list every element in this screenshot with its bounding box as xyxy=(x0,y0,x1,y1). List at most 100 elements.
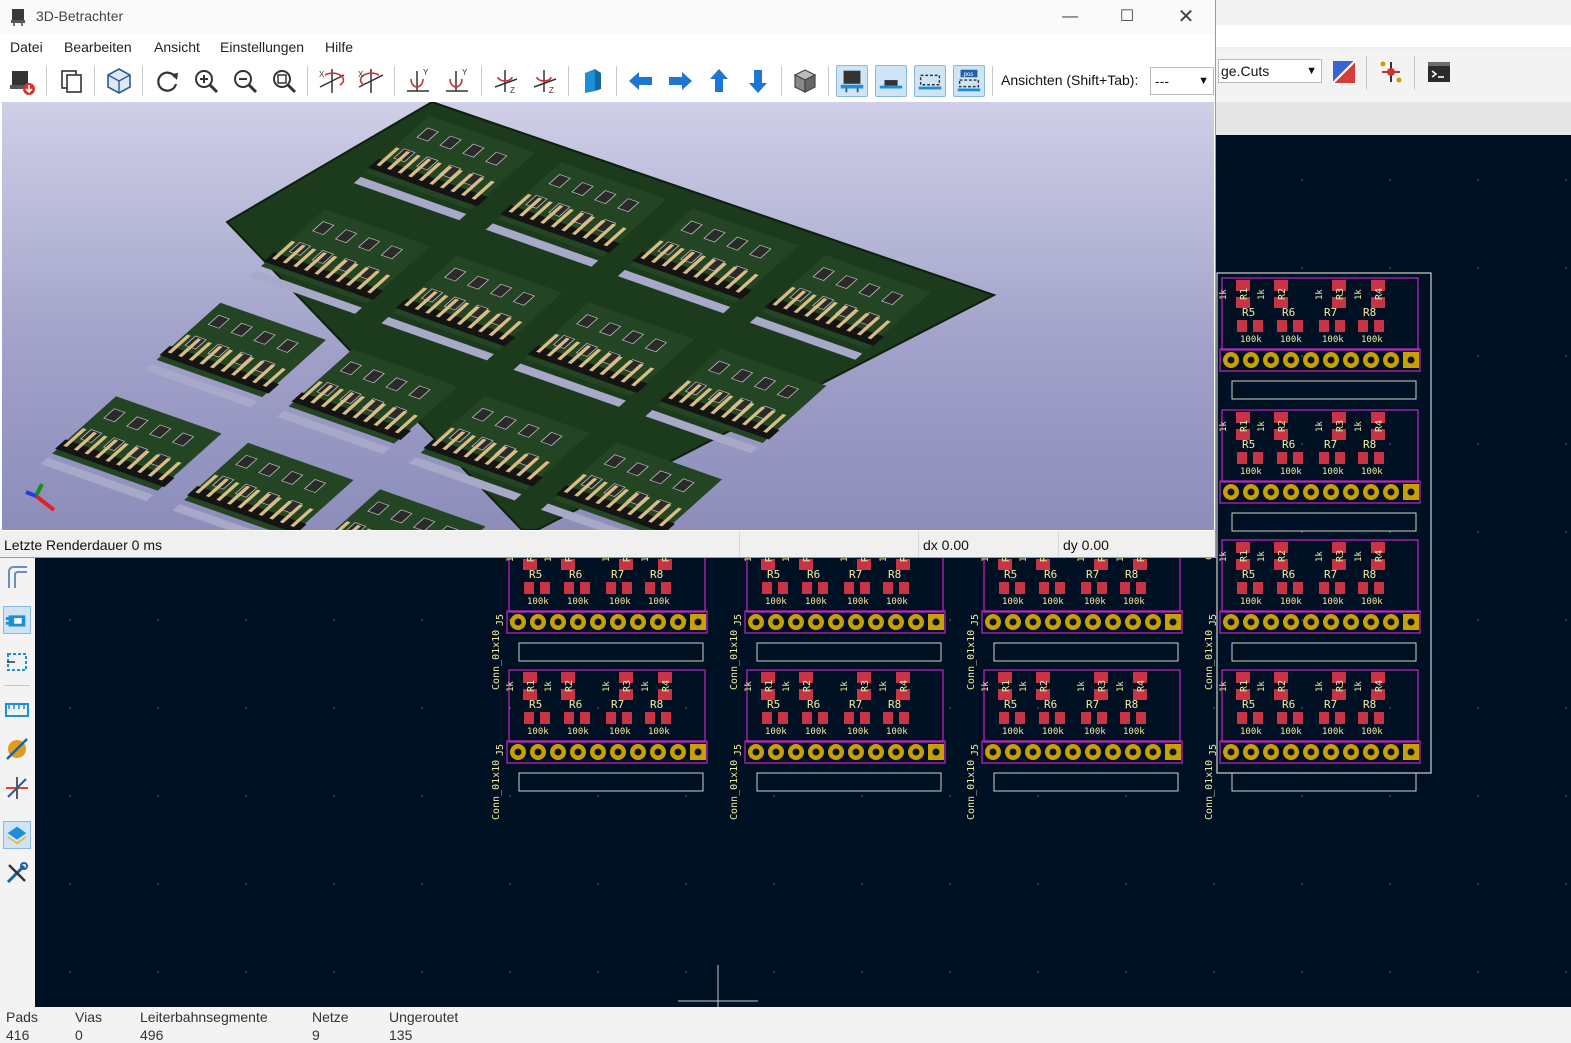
resistor-label: R8 xyxy=(1125,698,1138,711)
resistor-value: 100k xyxy=(1322,727,1344,737)
rotate-x-cw-icon[interactable]: X xyxy=(316,65,348,97)
copy-icon[interactable] xyxy=(55,65,87,97)
raytracing-icon[interactable] xyxy=(103,65,135,97)
menu-preferences[interactable]: Einstellungen xyxy=(220,39,304,55)
grid-dot xyxy=(949,883,951,885)
drill-hole xyxy=(1149,748,1157,756)
move-up-icon[interactable] xyxy=(703,65,735,97)
smd-pad xyxy=(762,582,772,594)
highcontrast-icon[interactable] xyxy=(1331,59,1357,85)
smd-pad xyxy=(1374,582,1384,594)
reload-icon[interactable] xyxy=(151,65,183,97)
chevron-down-icon: ▼ xyxy=(1198,75,1209,87)
drill-hole xyxy=(1029,618,1037,626)
add-footprint-icon[interactable] xyxy=(3,606,31,634)
rotate-z-cw-icon[interactable]: Z xyxy=(490,65,522,97)
layers-icon[interactable] xyxy=(3,821,31,849)
add-line-icon[interactable] xyxy=(3,774,31,802)
3d-scene-canvas[interactable] xyxy=(2,102,1214,530)
toolbar-separator xyxy=(781,66,782,96)
drill-hole xyxy=(514,748,522,756)
drill-hole xyxy=(1287,356,1295,364)
drill-hole xyxy=(1367,356,1375,364)
drill-hole xyxy=(1227,748,1235,756)
resistor-value: 100k xyxy=(886,727,908,737)
layer-select[interactable]: ge.Cuts ▼ xyxy=(1218,59,1322,83)
viewer-titlebar[interactable]: 3D-Betrachter — ☐ ✕ xyxy=(0,0,1215,34)
menu-help[interactable]: Hilfe xyxy=(325,39,353,55)
connector-value: Conn_01x10 xyxy=(966,630,977,690)
move-left-icon[interactable] xyxy=(625,65,657,97)
slot-outline xyxy=(756,772,942,792)
resistor-value: 100k xyxy=(805,727,827,737)
grid-dot xyxy=(245,795,247,797)
resistor-value: 100k xyxy=(1240,335,1262,345)
add-arc-icon[interactable] xyxy=(3,735,31,763)
resistor-label: R2 xyxy=(1277,420,1288,432)
resistor-label: R6 xyxy=(807,698,820,711)
resistor-label: R7 xyxy=(1324,568,1337,581)
smd-pad xyxy=(1319,582,1329,594)
grid-dot xyxy=(861,795,863,797)
show-not-in-posfile-icon[interactable]: .pos xyxy=(953,65,985,97)
resistor-value: 1k xyxy=(1354,681,1364,692)
smd-pad xyxy=(1237,320,1247,332)
maximize-button[interactable]: ☐ xyxy=(1104,2,1150,32)
rotate-y-ccw-icon[interactable]: Y xyxy=(442,65,474,97)
drill-hole xyxy=(989,748,997,756)
net-inspector-icon[interactable] xyxy=(1378,59,1404,85)
grid-dot xyxy=(1301,443,1303,445)
rotate-z-ccw-icon[interactable]: Z xyxy=(529,65,561,97)
smd-pad xyxy=(1358,320,1368,332)
minimize-button[interactable]: — xyxy=(1047,2,1093,32)
zoom-fit-icon[interactable] xyxy=(268,65,300,97)
tools-icon[interactable] xyxy=(3,859,31,887)
show-smd-icon[interactable] xyxy=(875,65,907,97)
show-tht-icon[interactable] xyxy=(836,65,868,97)
resistor-label: R4 xyxy=(1136,680,1147,692)
resistor-label: R2 xyxy=(1277,550,1288,562)
grid-dot xyxy=(157,883,159,885)
toolbar-separator xyxy=(307,66,308,96)
drill-hole xyxy=(634,748,642,756)
pcb-module: R11kR21kR31kR41kR5100kR6100kR7100kR8100k… xyxy=(1204,409,1421,560)
show-virtual-icon[interactable] xyxy=(914,65,946,97)
flip-board-icon[interactable] xyxy=(577,65,609,97)
grid-dot xyxy=(157,795,159,797)
slot-outline xyxy=(756,642,942,662)
add-zone-icon[interactable] xyxy=(3,648,31,676)
resistor-value: 1k xyxy=(1219,551,1229,562)
views-select[interactable]: --- ▼ xyxy=(1150,67,1214,95)
move-down-icon[interactable] xyxy=(742,65,774,97)
rotate-y-cw-icon[interactable]: Y xyxy=(403,65,435,97)
toolbar-separator xyxy=(828,66,829,96)
resistor-label: R5 xyxy=(529,698,542,711)
scripting-console-icon[interactable] xyxy=(1426,59,1452,85)
drill-hole xyxy=(1169,748,1177,756)
smd-pad xyxy=(1015,582,1025,594)
menu-edit[interactable]: Bearbeiten xyxy=(64,39,132,55)
smd-pad xyxy=(661,712,671,724)
move-right-icon[interactable] xyxy=(664,65,696,97)
zoom-out-icon[interactable] xyxy=(229,65,261,97)
menu-file[interactable]: Datei xyxy=(10,39,43,55)
editor-menubar-strip xyxy=(1216,25,1571,47)
menu-view[interactable]: Ansicht xyxy=(154,39,200,55)
resistor-value: 100k xyxy=(847,727,869,737)
drill-hole xyxy=(832,748,840,756)
drill-hole xyxy=(1069,618,1077,626)
export-image-icon[interactable] xyxy=(7,65,39,97)
ortho-cube-icon[interactable] xyxy=(789,65,821,97)
smd-pad xyxy=(1253,320,1263,332)
resistor-label: R6 xyxy=(1282,568,1295,581)
resistor-label: R2 xyxy=(1277,288,1288,300)
zoom-in-icon[interactable] xyxy=(190,65,222,97)
add-dimension-icon[interactable] xyxy=(3,696,31,724)
resistor-label: R3 xyxy=(860,680,871,692)
close-button[interactable]: ✕ xyxy=(1163,2,1209,32)
viewer-menubar: Datei Bearbeiten Ansicht Einstellungen H… xyxy=(0,36,1215,60)
rotate-x-ccw-icon[interactable]: X xyxy=(355,65,387,97)
route-diff-pair-icon[interactable] xyxy=(3,562,31,590)
drill-hole xyxy=(772,618,780,626)
smd-pad xyxy=(1015,712,1025,724)
